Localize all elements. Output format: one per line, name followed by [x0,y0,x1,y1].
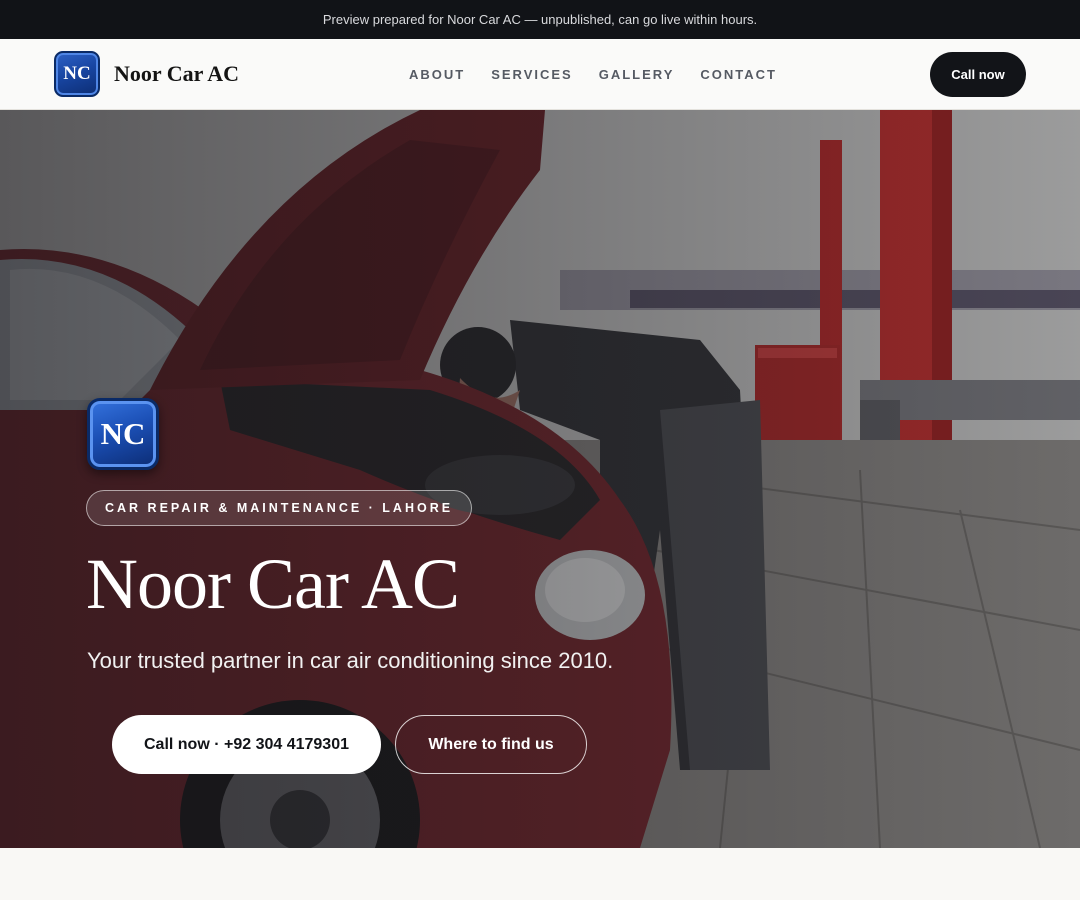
hero-section: NC CAR REPAIR & MAINTENANCE · LAHORE Noo… [0,110,1080,848]
hero-eyebrow-badge: CAR REPAIR & MAINTENANCE · LAHORE [86,490,473,526]
hero-call-button[interactable]: Call now · +92 304 4179301 [112,715,381,774]
announcement-bar: Preview prepared for Noor Car AC — unpub… [0,0,1080,39]
main-nav: ABOUT SERVICES GALLERY CONTACT [409,39,803,109]
hero-title: Noor Car AC [86,544,460,624]
nav-link-about[interactable]: ABOUT [409,67,465,82]
hero-location-button[interactable]: Where to find us [395,715,587,774]
hero-subtitle: Your trusted partner in car air conditio… [87,648,614,673]
brand[interactable]: NC Noor Car AC [54,51,239,97]
site-header: NC Noor Car AC ABOUT SERVICES GALLERY CO… [0,39,1080,110]
brand-name[interactable]: Noor Car AC [114,61,239,87]
next-section [0,848,1080,900]
hero-logo: NC [87,398,159,470]
nav-link-gallery[interactable]: GALLERY [599,67,675,82]
nav-link-services[interactable]: SERVICES [491,67,573,82]
announcement-text: Preview prepared for Noor Car AC — unpub… [322,12,758,27]
brand-logo[interactable]: NC [54,51,100,97]
nav-link-contact[interactable]: CONTACT [700,67,777,82]
call-now-button[interactable]: Call now [930,52,1026,97]
